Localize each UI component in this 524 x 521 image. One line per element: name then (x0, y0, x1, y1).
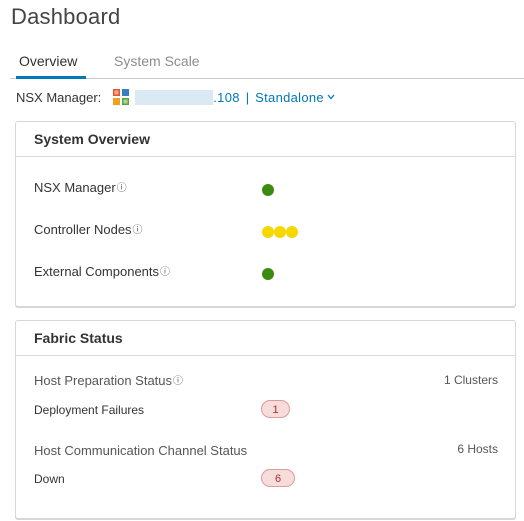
tab-overview[interactable]: Overview (16, 52, 86, 79)
tab-system-scale[interactable]: System Scale (114, 52, 200, 78)
nsx-manager-icon (113, 89, 130, 105)
host-preparation-count: 1 Clusters (443, 373, 498, 387)
deployment-failures-label: Deployment Failures (34, 403, 145, 417)
fabric-status-card: Fabric Status Host Preparation Statusⓘ 1… (15, 320, 516, 519)
chevron-down-icon[interactable] (327, 92, 335, 103)
controller-node-status-dot (274, 226, 286, 238)
manager-label: NSX Manager: (16, 89, 102, 105)
controller-nodes-row: Controller Nodesⓘ (34, 222, 143, 237)
nsx-manager-status-dot (262, 184, 274, 196)
manager-separator: | (245, 89, 250, 105)
host-communication-count: 6 Hosts (457, 442, 498, 456)
info-icon[interactable]: ⓘ (160, 263, 170, 278)
down-label: Down (34, 472, 65, 486)
info-icon[interactable]: ⓘ (133, 221, 143, 236)
manager-mode-dropdown[interactable]: Standalone (255, 90, 324, 105)
fabric-status-title: Fabric Status (16, 321, 515, 356)
nsx-manager-row: NSX Managerⓘ (34, 180, 127, 195)
info-icon[interactable]: ⓘ (173, 372, 183, 387)
host-preparation-status-label: Host Preparation Status (34, 373, 173, 388)
page-title: Dashboard (11, 4, 121, 29)
tab-overview-label: Overview (19, 53, 78, 69)
external-components-label: External Components (34, 264, 160, 279)
controller-node-status-dot (286, 226, 298, 238)
nsx-manager-label: NSX Manager (34, 180, 116, 195)
deployment-failures-badge[interactable]: 1 (261, 400, 290, 418)
external-components-status-dot (262, 268, 274, 280)
controller-nodes-label: Controller Nodes (34, 222, 132, 237)
host-communication-status-label: Host Communication Channel Status (34, 443, 248, 458)
down-badge[interactable]: 6 (261, 469, 295, 487)
info-icon[interactable]: ⓘ (117, 179, 127, 194)
manager-ip-suffix: .108 (213, 89, 240, 105)
tab-bar: Overview System Scale (10, 52, 524, 79)
tab-system-scale-label: System Scale (114, 53, 200, 69)
host-preparation-status-row: Host Preparation Statusⓘ (34, 373, 183, 388)
manager-selector-row: NSX Manager: .108 | Standalone (16, 88, 335, 106)
masked-ip-address (135, 89, 214, 105)
controller-node-status-dot (262, 226, 274, 238)
system-overview-title: System Overview (16, 122, 515, 157)
system-overview-card: System Overview NSX Managerⓘ Controller … (15, 121, 516, 307)
external-components-row: External Componentsⓘ (34, 264, 170, 279)
